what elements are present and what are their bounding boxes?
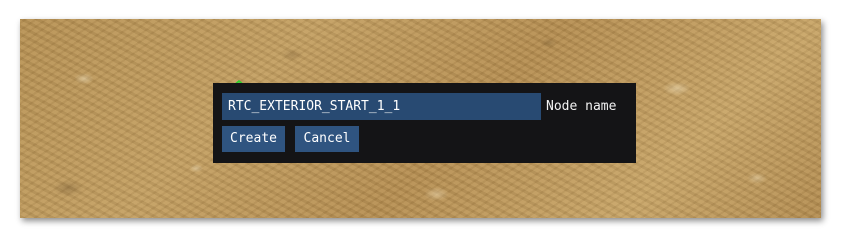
create-button[interactable]: Create [222,126,285,152]
cancel-button[interactable]: Cancel [295,126,359,152]
terrain-viewport[interactable]: Node name Create Cancel [20,19,821,218]
node-name-label: Node name [546,99,617,114]
node-name-input[interactable] [222,93,541,120]
create-node-dialog: Node name Create Cancel [213,83,636,163]
